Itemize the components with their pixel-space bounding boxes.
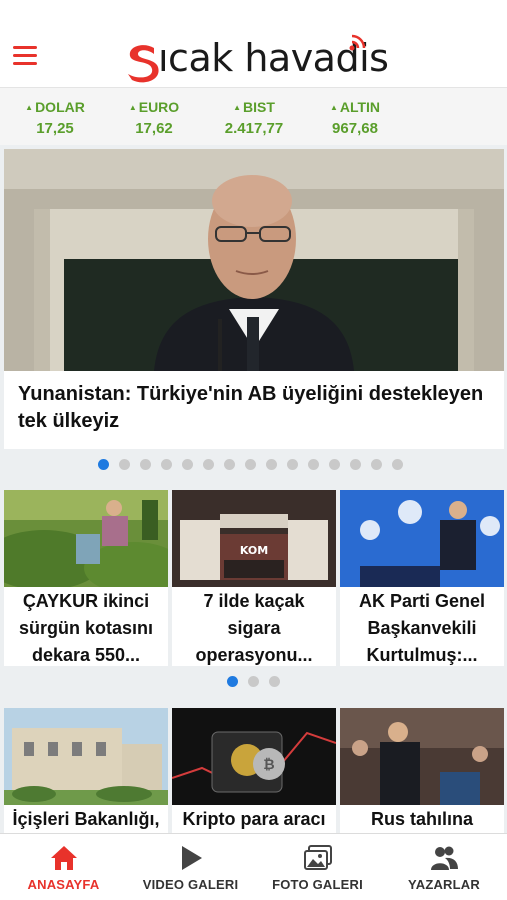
trend-up-icon: ▲	[25, 103, 34, 112]
pager-dot[interactable]	[98, 459, 109, 470]
news-card-image	[4, 490, 168, 587]
pager-dot[interactable]	[287, 459, 298, 470]
tab-foto-galeri[interactable]: FOTO GALERI	[254, 834, 381, 900]
home-icon	[50, 846, 77, 870]
pager-dot[interactable]	[350, 459, 361, 470]
pager-dot[interactable]	[248, 676, 259, 687]
news-card-image: ₿	[172, 708, 336, 805]
bottom-tab-bar: ANASAYFA VIDEO GALERI FOTO GALERI YAZARL…	[0, 833, 507, 900]
news-card[interactable]: İçişleri Bakanlığı,	[4, 708, 168, 833]
pager-dot[interactable]	[269, 676, 280, 687]
tab-label: YAZARLAR	[408, 877, 480, 892]
play-icon	[181, 846, 202, 870]
pager-dot[interactable]	[182, 459, 193, 470]
pager-dot[interactable]	[227, 676, 238, 687]
market-name: ALTIN	[339, 99, 381, 115]
trend-up-icon: ▲	[329, 103, 338, 112]
pager-dot[interactable]	[371, 459, 382, 470]
market-value: 17,62	[135, 120, 173, 137]
news-card[interactable]: ÇAYKUR ikinci sürgün kotasını dekara 550…	[4, 490, 168, 666]
hamburger-menu-icon[interactable]	[13, 46, 39, 66]
pager-dot[interactable]	[203, 459, 214, 470]
news-card-title: İçişleri Bakanlığı,	[12, 809, 160, 829]
market-name: BIST	[243, 99, 275, 115]
news-row-pager[interactable]	[227, 676, 280, 687]
tab-video-galeri[interactable]: VIDEO GALERI	[127, 834, 254, 900]
pager-dot[interactable]	[308, 459, 319, 470]
market-value: 17,25	[36, 120, 74, 137]
pager-dot[interactable]	[119, 459, 130, 470]
tab-yazarlar[interactable]: YAZARLAR	[381, 834, 507, 900]
pager-dot[interactable]	[140, 459, 151, 470]
news-card[interactable]: AK Parti Genel Başkanvekili Kurtulmuş:..…	[340, 490, 504, 666]
news-card-title: ÇAYKUR ikinci sürgün kotasını dekara 550…	[18, 591, 153, 665]
pager-dot[interactable]	[329, 459, 340, 470]
news-card-title: Rus tahılına	[370, 809, 473, 829]
brand-logo[interactable]: ıcak havadis	[124, 32, 389, 83]
app-header: ıcak havadis	[0, 0, 507, 88]
photo-gallery-icon	[303, 845, 332, 870]
market-item-euro[interactable]: ▲ EURO 17,62	[104, 98, 204, 141]
market-value: 2.417,77	[224, 120, 284, 137]
broadcast-signal-icon	[349, 34, 366, 51]
news-card-title: Kripto para aracı	[182, 809, 326, 829]
hero-slide[interactable]: Yunanistan: Türkiye'nin AB üyeliğini des…	[4, 149, 504, 449]
market-name: EURO	[138, 99, 180, 115]
svg-text:KOM: KOM	[240, 544, 268, 557]
hero-title[interactable]: Yunanistan: Türkiye'nin AB üyeliğini des…	[18, 381, 488, 435]
market-item-dolar[interactable]: ▲ DOLAR 17,25	[5, 98, 105, 141]
svg-text:₿: ₿	[263, 757, 274, 773]
trend-up-icon: ▲	[128, 103, 137, 112]
news-card[interactable]: ₿ Kripto para aracı	[172, 708, 336, 833]
market-item-altin[interactable]: ▲ ALTIN 967,68	[305, 98, 405, 141]
tab-anasayfa[interactable]: ANASAYFA	[0, 834, 127, 900]
news-card-image	[340, 708, 504, 805]
tab-label: ANASAYFA	[27, 877, 100, 892]
news-card-image	[4, 708, 168, 805]
tab-label: VIDEO GALERI	[142, 877, 239, 892]
pager-dot[interactable]	[392, 459, 403, 470]
news-card[interactable]: Rus tahılına	[340, 708, 504, 833]
news-card-image	[340, 490, 504, 587]
news-card-title: AK Parti Genel Başkanvekili Kurtulmuş:..…	[358, 591, 486, 665]
market-name: DOLAR	[35, 99, 85, 115]
pager-dot[interactable]	[266, 459, 277, 470]
market-ticker: ▲ DOLAR 17,25 ▲ EURO 17,62 ▲ BIST 2.417,77 …	[0, 88, 507, 145]
trend-up-icon: ▲	[233, 103, 242, 112]
authors-icon	[431, 846, 458, 870]
pager-dot[interactable]	[224, 459, 235, 470]
tab-label: FOTO GALERI	[272, 877, 363, 892]
news-card-image: KOM	[172, 490, 336, 587]
pager-dot[interactable]	[161, 459, 172, 470]
market-item-bist[interactable]: ▲ BIST 2.417,77	[204, 98, 304, 141]
pager-dot[interactable]	[245, 459, 256, 470]
hero-image	[4, 149, 504, 371]
news-card[interactable]: KOM 7 ilde kaçak sigara operasyonu...	[172, 490, 336, 666]
app-root: ıcak havadis ▲ DOLAR 17,25 ▲ EURO 17,62 ▲ B…	[0, 0, 507, 900]
hero-pager[interactable]	[98, 459, 403, 470]
market-value: 967,68	[332, 120, 378, 137]
news-card-title: 7 ilde kaçak sigara operasyonu...	[195, 591, 313, 665]
